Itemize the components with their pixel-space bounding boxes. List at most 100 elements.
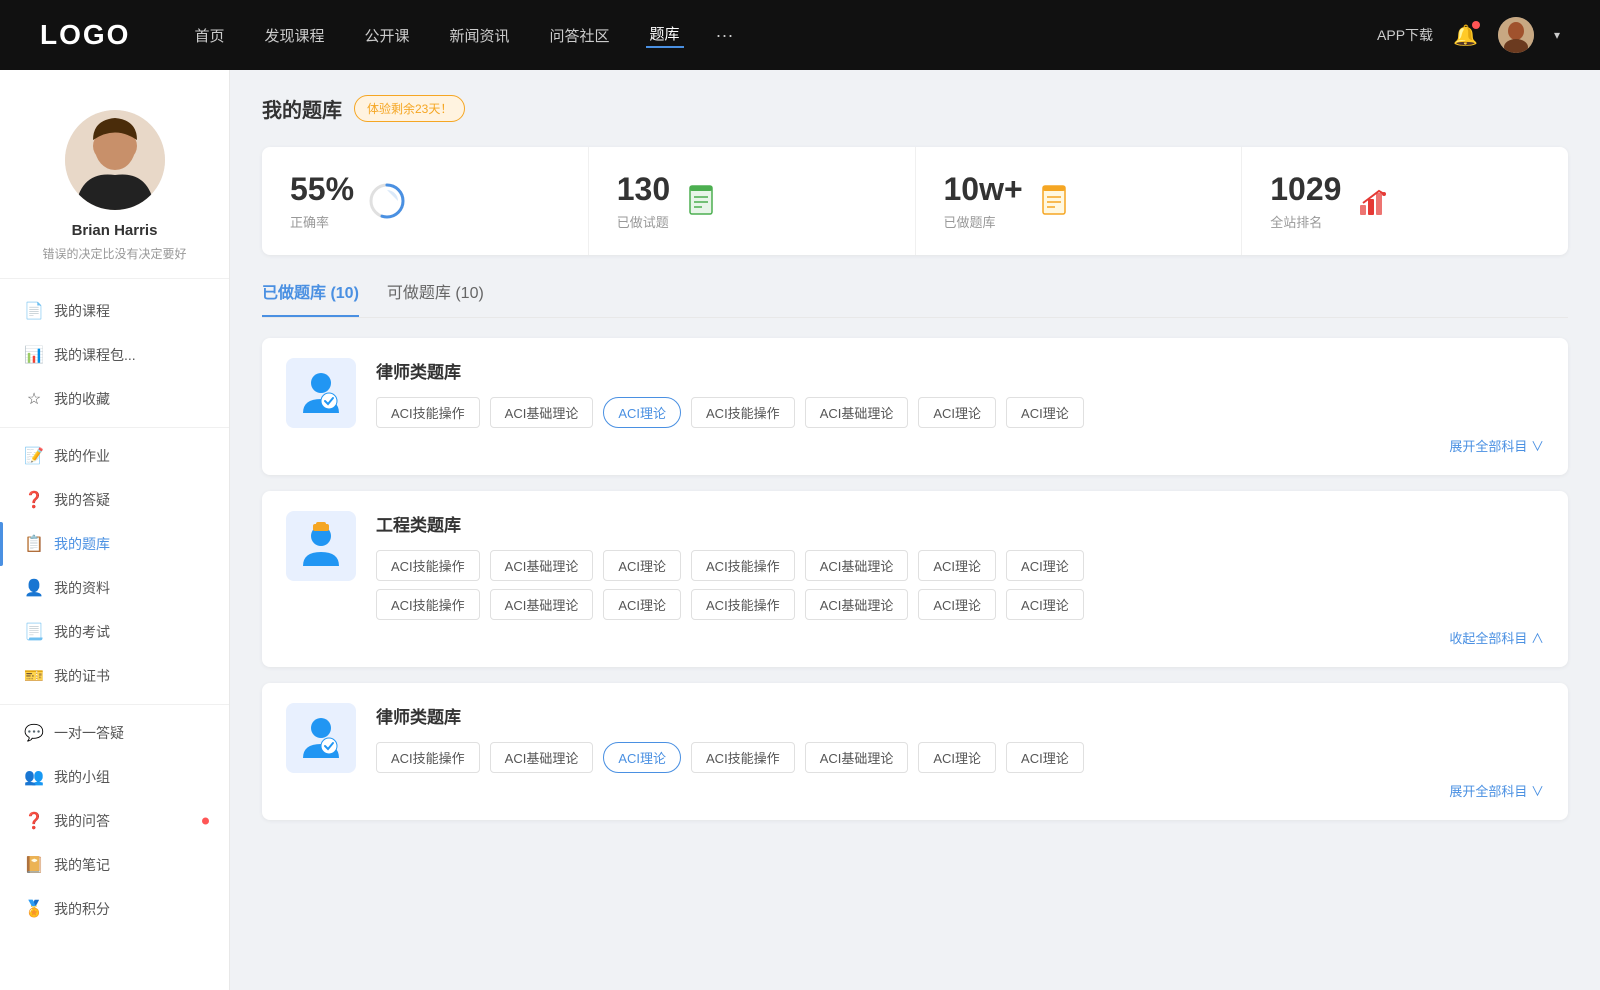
stats-bar: 55% 正确率 130 已做试题 [262,147,1568,255]
my-courses-label: 我的课程 [54,301,110,321]
favorites-label: 我的收藏 [54,389,110,409]
courses-icon: 📄 [24,301,44,321]
certificate-label: 我的证书 [54,666,110,686]
bank-card-lawyer-1: 律师类题库 ACI技能操作 ACI基础理论 ACI理论 ACI技能操作 ACI基… [262,338,1568,475]
tag-3-1[interactable]: ACI技能操作 [376,742,480,773]
sidebar-item-my-courses[interactable]: 📄 我的课程 [0,289,229,333]
tag-1-3[interactable]: ACI理论 [603,397,681,428]
engineer-bank-tags-row2: ACI技能操作 ACI基础理论 ACI理论 ACI技能操作 ACI基础理论 AC… [376,589,1544,620]
notification-dot [1472,21,1480,29]
nav-links: 首页 发现课程 公开课 新闻资讯 问答社区 题库 ··· [190,23,1377,48]
notification-bell[interactable]: 🔔 [1453,23,1478,48]
homework-label: 我的作业 [54,446,110,466]
page-header: 我的题库 体验剩余23天！ [262,94,1568,123]
sidebar-profile: Brian Harris 错误的决定比没有决定要好 [0,90,229,279]
app-download-button[interactable]: APP下载 [1377,25,1433,45]
tag-2-2[interactable]: ACI基础理论 [490,550,594,581]
sidebar-item-question-bank[interactable]: 📋 我的题库 [0,522,229,566]
logo: LOGO [40,19,130,51]
stat-ranking: 1029 全站排名 [1242,147,1568,255]
tag-3-2[interactable]: ACI基础理论 [490,742,594,773]
lawyer-bank-title-2: 律师类题库 [376,703,1544,728]
engineer-icon [286,511,356,581]
tag-2-13[interactable]: ACI理论 [918,589,996,620]
tag-2-6[interactable]: ACI理论 [918,550,996,581]
sidebar-item-tutoring[interactable]: 💬 一对一答疑 [0,711,229,755]
tag-2-1[interactable]: ACI技能操作 [376,550,480,581]
tag-1-6[interactable]: ACI理论 [918,397,996,428]
tag-3-3[interactable]: ACI理论 [603,742,681,773]
sidebar-item-course-package[interactable]: 📊 我的课程包... [0,333,229,377]
sidebar-item-profile[interactable]: 👤 我的资料 [0,566,229,610]
user-menu-chevron[interactable]: ▾ [1554,28,1560,42]
navbar: LOGO 首页 发现课程 公开课 新闻资讯 问答社区 题库 ··· APP下载 … [0,0,1600,70]
bank-card-lawyer-2: 律师类题库 ACI技能操作 ACI基础理论 ACI理论 ACI技能操作 ACI基… [262,683,1568,820]
profile-icon: 👤 [24,578,44,598]
nav-qa[interactable]: 问答社区 [546,25,614,46]
tag-1-5[interactable]: ACI基础理论 [805,397,909,428]
question-bank-label: 我的题库 [54,534,110,554]
sidebar-item-favorites[interactable]: ☆ 我的收藏 [0,377,229,421]
tag-2-12[interactable]: ACI基础理论 [805,589,909,620]
tab-available-banks[interactable]: 可做题库 (10) [387,279,484,317]
tag-2-11[interactable]: ACI技能操作 [691,589,795,620]
tag-2-10[interactable]: ACI理论 [603,589,681,620]
tag-2-8[interactable]: ACI技能操作 [376,589,480,620]
lawyer-icon-2 [286,703,356,773]
tag-1-7[interactable]: ACI理论 [1006,397,1084,428]
tag-3-5[interactable]: ACI基础理论 [805,742,909,773]
tag-2-4[interactable]: ACI技能操作 [691,550,795,581]
sidebar-item-notes[interactable]: 📔 我的笔记 [0,843,229,887]
sidebar-item-points[interactable]: 🏅 我的积分 [0,887,229,931]
nav-news[interactable]: 新闻资讯 [446,25,514,46]
menu-divider-2 [0,704,229,705]
tag-1-1[interactable]: ACI技能操作 [376,397,480,428]
engineer-bank-title: 工程类题库 [376,511,1544,536]
ranking-value: 1029 [1270,171,1341,208]
tag-2-5[interactable]: ACI基础理论 [805,550,909,581]
sidebar-menu: 📄 我的课程 📊 我的课程包... ☆ 我的收藏 📝 我的作业 ❓ 我的答疑 � [0,279,229,941]
sidebar-item-my-qa[interactable]: ❓ 我的问答 [0,799,229,843]
nav-home[interactable]: 首页 [190,25,228,46]
nav-qbank[interactable]: 题库 [646,23,684,48]
expand-all-1[interactable]: 展开全部科目 ∨ [376,436,1544,455]
tab-done-banks[interactable]: 已做题库 (10) [262,279,359,317]
engineer-bank-tags-row1: ACI技能操作 ACI基础理论 ACI理论 ACI技能操作 ACI基础理论 AC… [376,550,1544,581]
favorites-icon: ☆ [24,389,44,409]
sidebar-item-qa-mine[interactable]: ❓ 我的答疑 [0,478,229,522]
homework-icon: 📝 [24,446,44,466]
nav-open-course[interactable]: 公开课 [360,25,413,46]
tag-2-9[interactable]: ACI基础理论 [490,589,594,620]
done-banks-label: 已做题库 [944,212,1023,231]
exam-icon: 📃 [24,622,44,642]
tag-1-4[interactable]: ACI技能操作 [691,397,795,428]
profile-avatar [65,110,165,210]
sidebar-item-homework[interactable]: 📝 我的作业 [0,434,229,478]
expand-all-3[interactable]: 展开全部科目 ∨ [376,781,1544,800]
stat-done-banks: 10w+ 已做题库 [916,147,1243,255]
sidebar-item-certificate[interactable]: 🎫 我的证书 [0,654,229,698]
tag-1-2[interactable]: ACI基础理论 [490,397,594,428]
sidebar-item-exam[interactable]: 📃 我的考试 [0,610,229,654]
tag-2-14[interactable]: ACI理论 [1006,589,1084,620]
question-bank-tabs: 已做题库 (10) 可做题库 (10) [262,279,1568,318]
collapse-all-2[interactable]: 收起全部科目 ∧ [376,628,1544,647]
tag-3-4[interactable]: ACI技能操作 [691,742,795,773]
menu-divider-1 [0,427,229,428]
trial-badge[interactable]: 体验剩余23天！ [354,95,465,122]
sidebar: Brian Harris 错误的决定比没有决定要好 📄 我的课程 📊 我的课程包… [0,70,230,990]
course-package-label: 我的课程包... [54,345,136,365]
tag-3-7[interactable]: ACI理论 [1006,742,1084,773]
tag-2-7[interactable]: ACI理论 [1006,550,1084,581]
sidebar-item-group[interactable]: 👥 我的小组 [0,755,229,799]
main-content: 我的题库 体验剩余23天！ 55% 正确率 [230,70,1600,990]
accuracy-label: 正确率 [290,212,354,231]
stat-done-questions: 130 已做试题 [589,147,916,255]
tag-3-6[interactable]: ACI理论 [918,742,996,773]
notes-label: 我的笔记 [54,855,110,875]
tag-2-3[interactable]: ACI理论 [603,550,681,581]
profile-motto: 错误的决定比没有决定要好 [42,245,186,262]
nav-courses[interactable]: 发现课程 [260,25,328,46]
nav-more[interactable]: ··· [716,25,734,46]
user-avatar[interactable] [1498,17,1534,53]
